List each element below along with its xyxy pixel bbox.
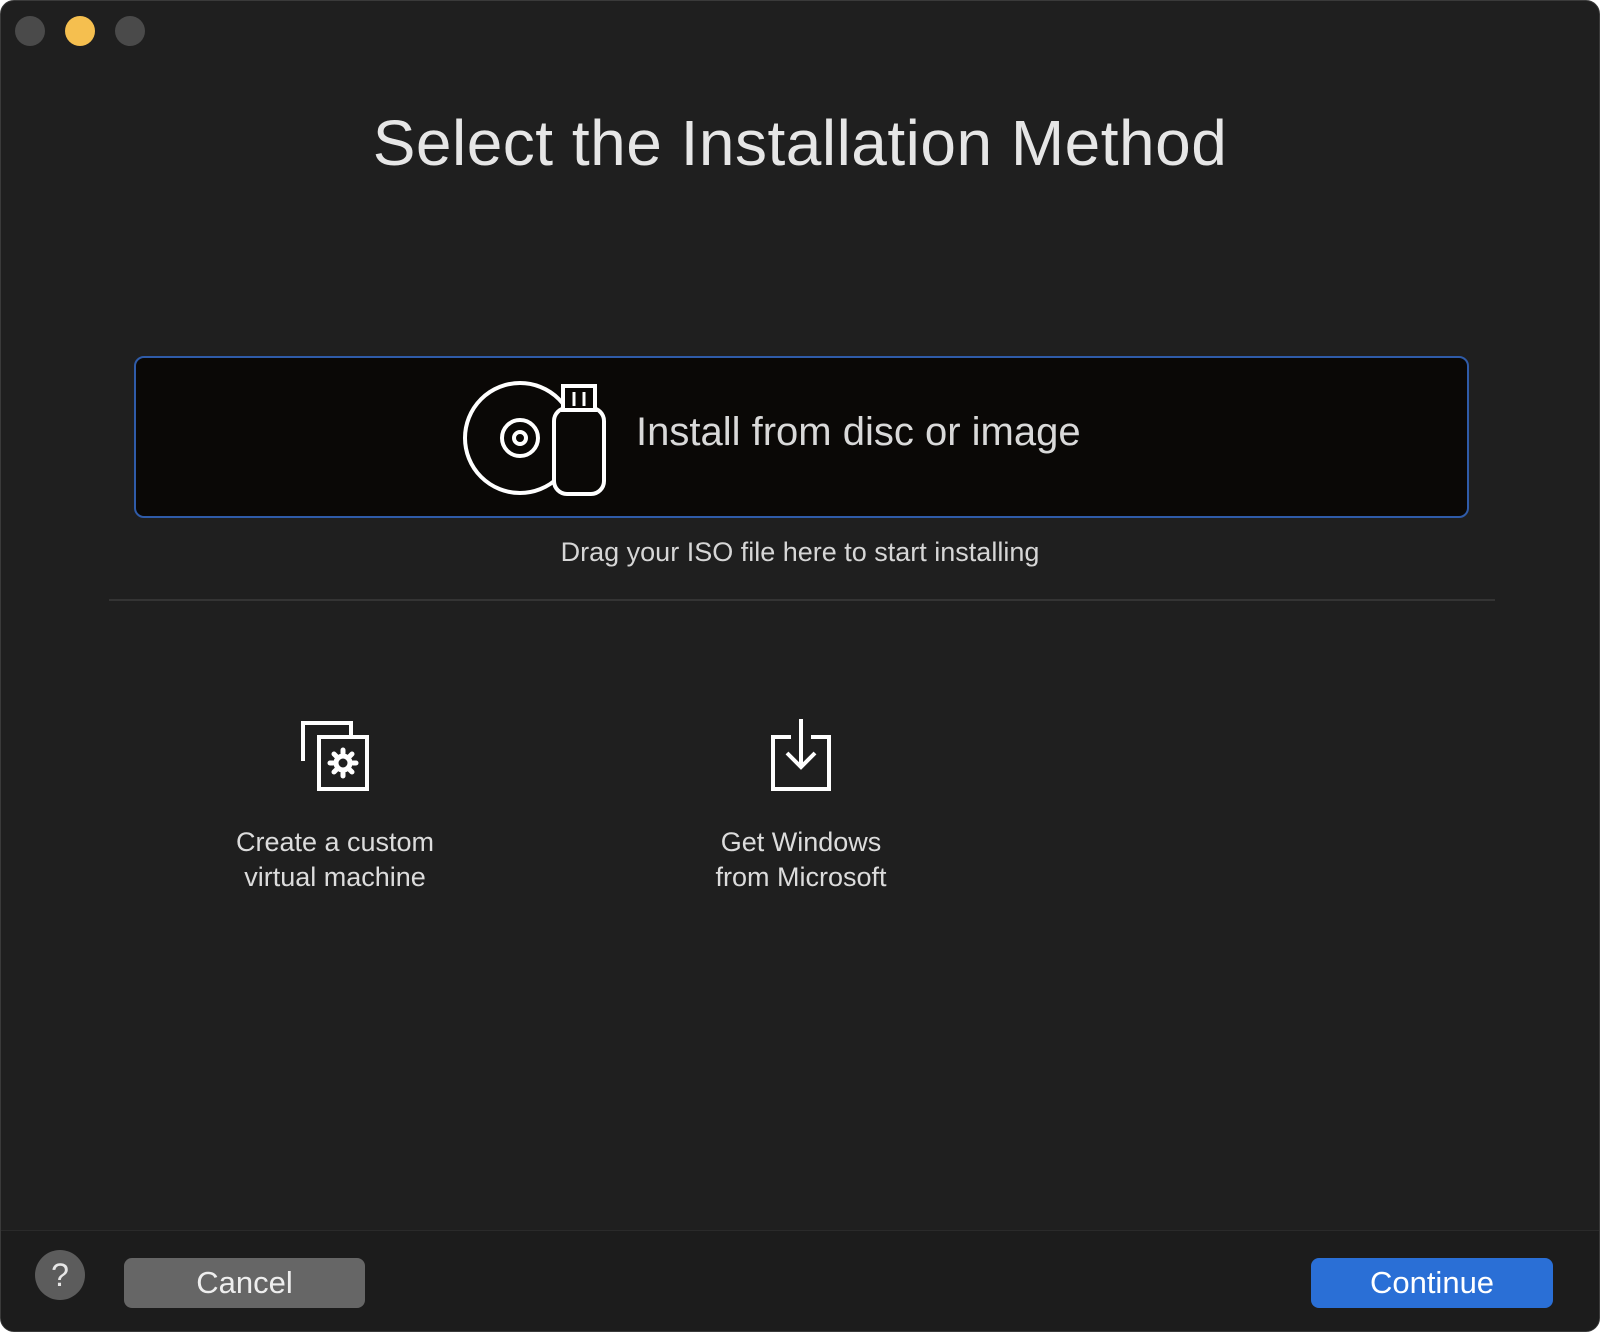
disc-usb-icon <box>463 381 606 496</box>
install-from-disc-label: Install from disc or image <box>636 410 1081 454</box>
download-icon <box>771 719 831 791</box>
cancel-button[interactable]: Cancel <box>124 1258 365 1308</box>
custom-vm-icon <box>301 721 369 791</box>
installation-window: Select the Installation Method Install f… <box>0 0 1600 1332</box>
window-zoom-button[interactable] <box>115 16 145 46</box>
footer-bar: ? Cancel Continue <box>1 1230 1599 1331</box>
install-from-disc-option[interactable]: Install from disc or image <box>134 356 1469 518</box>
get-windows-option[interactable]: Get Windows from Microsoft <box>651 719 951 895</box>
drag-iso-hint: Drag your ISO file here to start install… <box>560 537 1040 567</box>
window-minimize-button[interactable] <box>65 16 95 46</box>
page-title: Select the Installation Method <box>372 107 1228 179</box>
help-button[interactable]: ? <box>35 1250 85 1300</box>
create-custom-vm-label: Create a custom virtual machine <box>235 827 435 892</box>
section-divider <box>109 599 1495 601</box>
create-custom-vm-option[interactable]: Create a custom virtual machine <box>185 719 485 895</box>
continue-button[interactable]: Continue <box>1311 1258 1553 1308</box>
get-windows-label: Get Windows from Microsoft <box>715 827 887 892</box>
window-close-button[interactable] <box>15 16 45 46</box>
